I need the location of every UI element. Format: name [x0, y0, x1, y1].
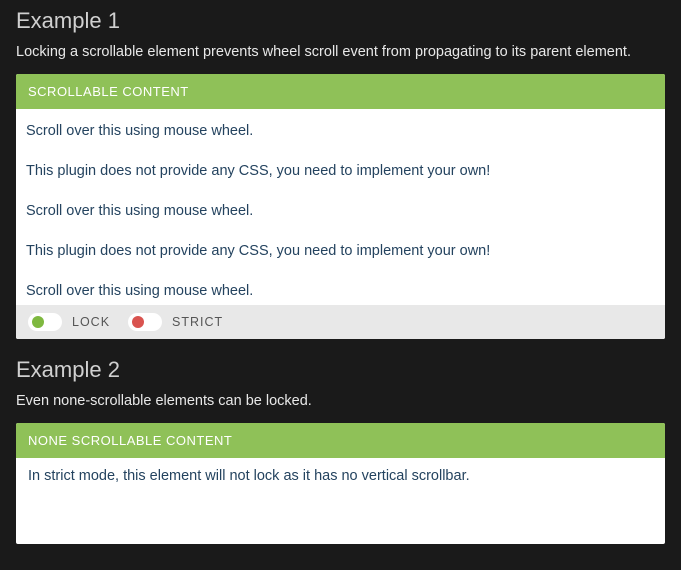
example-1-section: Example 1 Locking a scrollable element p…: [16, 8, 665, 339]
scrollable-panel-header: SCROLLABLE CONTENT: [16, 74, 665, 109]
scrollable-content[interactable]: Scroll over this using mouse wheel. This…: [16, 109, 665, 305]
strict-toggle[interactable]: [128, 313, 162, 331]
example-2-desc: Even none-scrollable elements can be loc…: [16, 393, 665, 409]
lock-toggle-label: LOCK: [72, 315, 110, 329]
scroll-line: Scroll over this using mouse wheel.: [26, 123, 655, 139]
none-scrollable-content: In strict mode, this element will not lo…: [16, 458, 665, 544]
lock-toggle[interactable]: [28, 313, 62, 331]
strict-toggle-label: STRICT: [172, 315, 223, 329]
none-scrollable-panel-header: NONE SCROLLABLE CONTENT: [16, 423, 665, 458]
example-2-heading: Example 2: [16, 357, 665, 383]
scroll-line: Scroll over this using mouse wheel.: [26, 283, 655, 299]
scroll-line: This plugin does not provide any CSS, yo…: [26, 243, 655, 259]
none-scrollable-panel: NONE SCROLLABLE CONTENT In strict mode, …: [16, 423, 665, 544]
scroll-line: This plugin does not provide any CSS, yo…: [26, 163, 655, 179]
example-1-desc: Locking a scrollable element prevents wh…: [16, 44, 665, 60]
panel-footer: LOCK STRICT: [16, 305, 665, 339]
example-1-heading: Example 1: [16, 8, 665, 34]
example-2-section: Example 2 Even none-scrollable elements …: [16, 357, 665, 544]
scrollable-panel: SCROLLABLE CONTENT Scroll over this usin…: [16, 74, 665, 339]
scroll-line: Scroll over this using mouse wheel.: [26, 203, 655, 219]
toggle-knob-icon: [132, 316, 144, 328]
toggle-knob-icon: [32, 316, 44, 328]
